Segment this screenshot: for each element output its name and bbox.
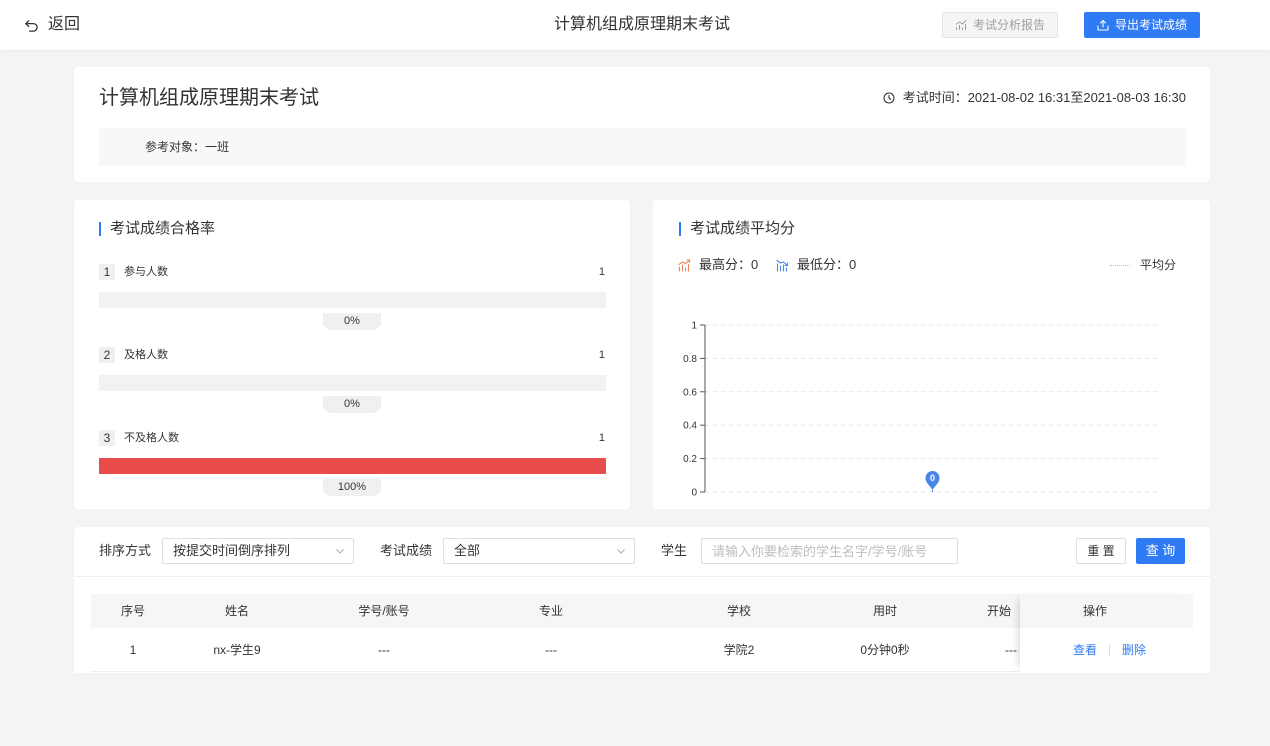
legend-line-swatch: [1110, 264, 1130, 266]
max-score-value: 0: [751, 257, 759, 272]
exam-info-card: 计算机组成原理期末考试 考试时间： 2021-08-02 16:31至2021-…: [74, 67, 1210, 182]
table-cell: 1: [129, 643, 137, 657]
y-tick-label: 0.8: [683, 354, 697, 365]
max-score: 最高分： 0: [678, 257, 758, 273]
action-separator: [1109, 644, 1110, 656]
title-accent-bar: [99, 222, 101, 236]
min-score-label: 最低分：: [797, 257, 850, 272]
exam-time-label: 考试时间：: [902, 90, 968, 105]
average-score-title: 考试成绩平均分: [690, 220, 796, 237]
progress-track: [99, 292, 606, 308]
pass-rate-item: 1 参与人数 1 0%: [74, 264, 630, 334]
chart-legend[interactable]: 平均分: [1110, 258, 1176, 272]
chevron-down-icon: [336, 549, 344, 554]
student-search-input[interactable]: [701, 538, 958, 564]
column-header[interactable]: 专业: [491, 594, 611, 628]
table-cell: nx-学生9: [213, 643, 261, 657]
item-label: 及格人数: [124, 349, 168, 361]
actions-column: 操作 查看 删除: [1020, 594, 1193, 672]
column-header[interactable]: 学号/账号: [324, 594, 444, 628]
pass-rate-title: 考试成绩合格率: [110, 220, 216, 237]
trend-down-icon: [776, 259, 789, 272]
view-link[interactable]: 查看: [1073, 628, 1097, 672]
column-header[interactable]: 学校: [679, 594, 799, 628]
analysis-report-label: 考试分析报告: [972, 18, 1045, 32]
student-table: 序号 姓名 学号/账号 专业 学校 用时 开始 1 nx-学生9 --- ---…: [91, 594, 1193, 673]
table-cell: ---: [378, 643, 390, 657]
exam-target-bar: 参考对象：一班: [99, 128, 1186, 166]
item-index: 3: [99, 430, 115, 446]
trend-up-icon: [678, 258, 691, 272]
divider: [74, 576, 1210, 577]
exam-target-label: 参考对象：: [145, 140, 206, 154]
top-bar: 返回 计算机组成原理期末考试 考试分析报告 导出考试成绩: [0, 0, 1270, 50]
clock-icon: [883, 92, 895, 104]
item-index: 1: [99, 264, 115, 280]
column-header: 操作: [1083, 604, 1108, 618]
y-tick-label: 0.4: [683, 421, 697, 432]
back-button[interactable]: 返回: [24, 14, 80, 36]
item-index: 2: [99, 347, 115, 363]
min-score: 最低分： 0: [776, 257, 856, 273]
legend-label: 平均分: [1140, 258, 1177, 272]
export-scores-label: 导出考试成绩: [1114, 18, 1187, 32]
sort-select[interactable]: 按提交时间倒序排列: [162, 538, 354, 564]
search-button[interactable]: 查 询: [1136, 538, 1185, 564]
column-header[interactable]: 姓名: [177, 594, 297, 628]
table-cell: 0分钟0秒: [860, 643, 910, 657]
upload-icon: [1097, 19, 1109, 31]
pass-rate-card: 考试成绩合格率 1 参与人数 1 0% 2 及格人数 1 0% 3 不及格人数 …: [74, 200, 630, 509]
min-score-value: 0: [849, 257, 857, 272]
chevron-down-icon: [617, 549, 625, 554]
chart-icon: [955, 20, 967, 30]
progress-fill: [99, 458, 606, 474]
table-cell: ---: [545, 643, 557, 657]
item-label: 参与人数: [124, 266, 168, 278]
actions-column-header: 操作: [1020, 594, 1193, 628]
y-tick-label: 0: [691, 488, 697, 499]
exam-target-value: 一班: [205, 140, 230, 154]
item-count: 1: [598, 349, 605, 361]
exam-title: 计算机组成原理期末考试: [99, 87, 319, 109]
student-list-card: 排序方式 按提交时间倒序排列 考试成绩 全部 学生 重 置 查 询 序号 姓名 …: [74, 527, 1210, 673]
y-tick-label: 1: [691, 321, 697, 332]
average-score-card: 考试成绩平均分 最高分： 0 最低分： 0 平均分 0 0.2 0.4 0.6 0.8 1 0: [653, 200, 1210, 509]
sort-label: 排序方式: [99, 543, 152, 558]
pass-rate-item: 2 及格人数 1 0%: [74, 347, 630, 417]
item-count: 1: [598, 266, 605, 278]
column-header[interactable]: 序号: [103, 594, 163, 628]
max-score-label: 最高分：: [699, 257, 752, 272]
score-filter-label: 考试成绩: [380, 543, 433, 558]
percent-tag: 100%: [323, 479, 381, 496]
average-score-chart: 0 0.2 0.4 0.6 0.8 1 0: [683, 321, 1160, 499]
percent-tag: 0%: [323, 396, 381, 413]
title-accent-bar: [679, 222, 681, 236]
delete-link[interactable]: 删除: [1122, 628, 1146, 672]
score-filter-select[interactable]: 全部: [443, 538, 635, 564]
reset-button[interactable]: 重 置: [1076, 538, 1126, 564]
student-label: 学生: [661, 543, 688, 558]
score-filter-value: 全部: [454, 543, 481, 558]
column-header[interactable]: 开始: [987, 594, 1019, 628]
percent-tag: 0%: [323, 313, 381, 330]
item-label: 不及格人数: [124, 432, 179, 444]
y-tick-label: 0.2: [683, 454, 697, 465]
y-tick-label: 0.6: [683, 387, 697, 398]
analysis-report-button[interactable]: 考试分析报告: [942, 12, 1058, 38]
back-label: 返回: [48, 16, 81, 33]
table-cell: 学院2: [723, 643, 755, 657]
progress-track: [99, 458, 606, 474]
sort-select-value: 按提交时间倒序排列: [173, 543, 291, 558]
undo-arrow-icon: [25, 19, 38, 32]
exam-time: 考试时间： 2021-08-02 16:31至2021-08-03 16:30: [883, 90, 1186, 106]
data-point-label: 0: [930, 473, 935, 483]
item-count: 1: [598, 432, 605, 444]
pass-rate-item: 3 不及格人数 1 100%: [74, 430, 630, 500]
export-scores-button[interactable]: 导出考试成绩: [1084, 12, 1200, 38]
exam-time-value: 2021-08-02 16:31至2021-08-03 16:30: [967, 90, 1186, 105]
progress-track: [99, 375, 606, 391]
page-title: 计算机组成原理期末考试: [553, 16, 730, 33]
column-header[interactable]: 用时: [825, 594, 945, 628]
